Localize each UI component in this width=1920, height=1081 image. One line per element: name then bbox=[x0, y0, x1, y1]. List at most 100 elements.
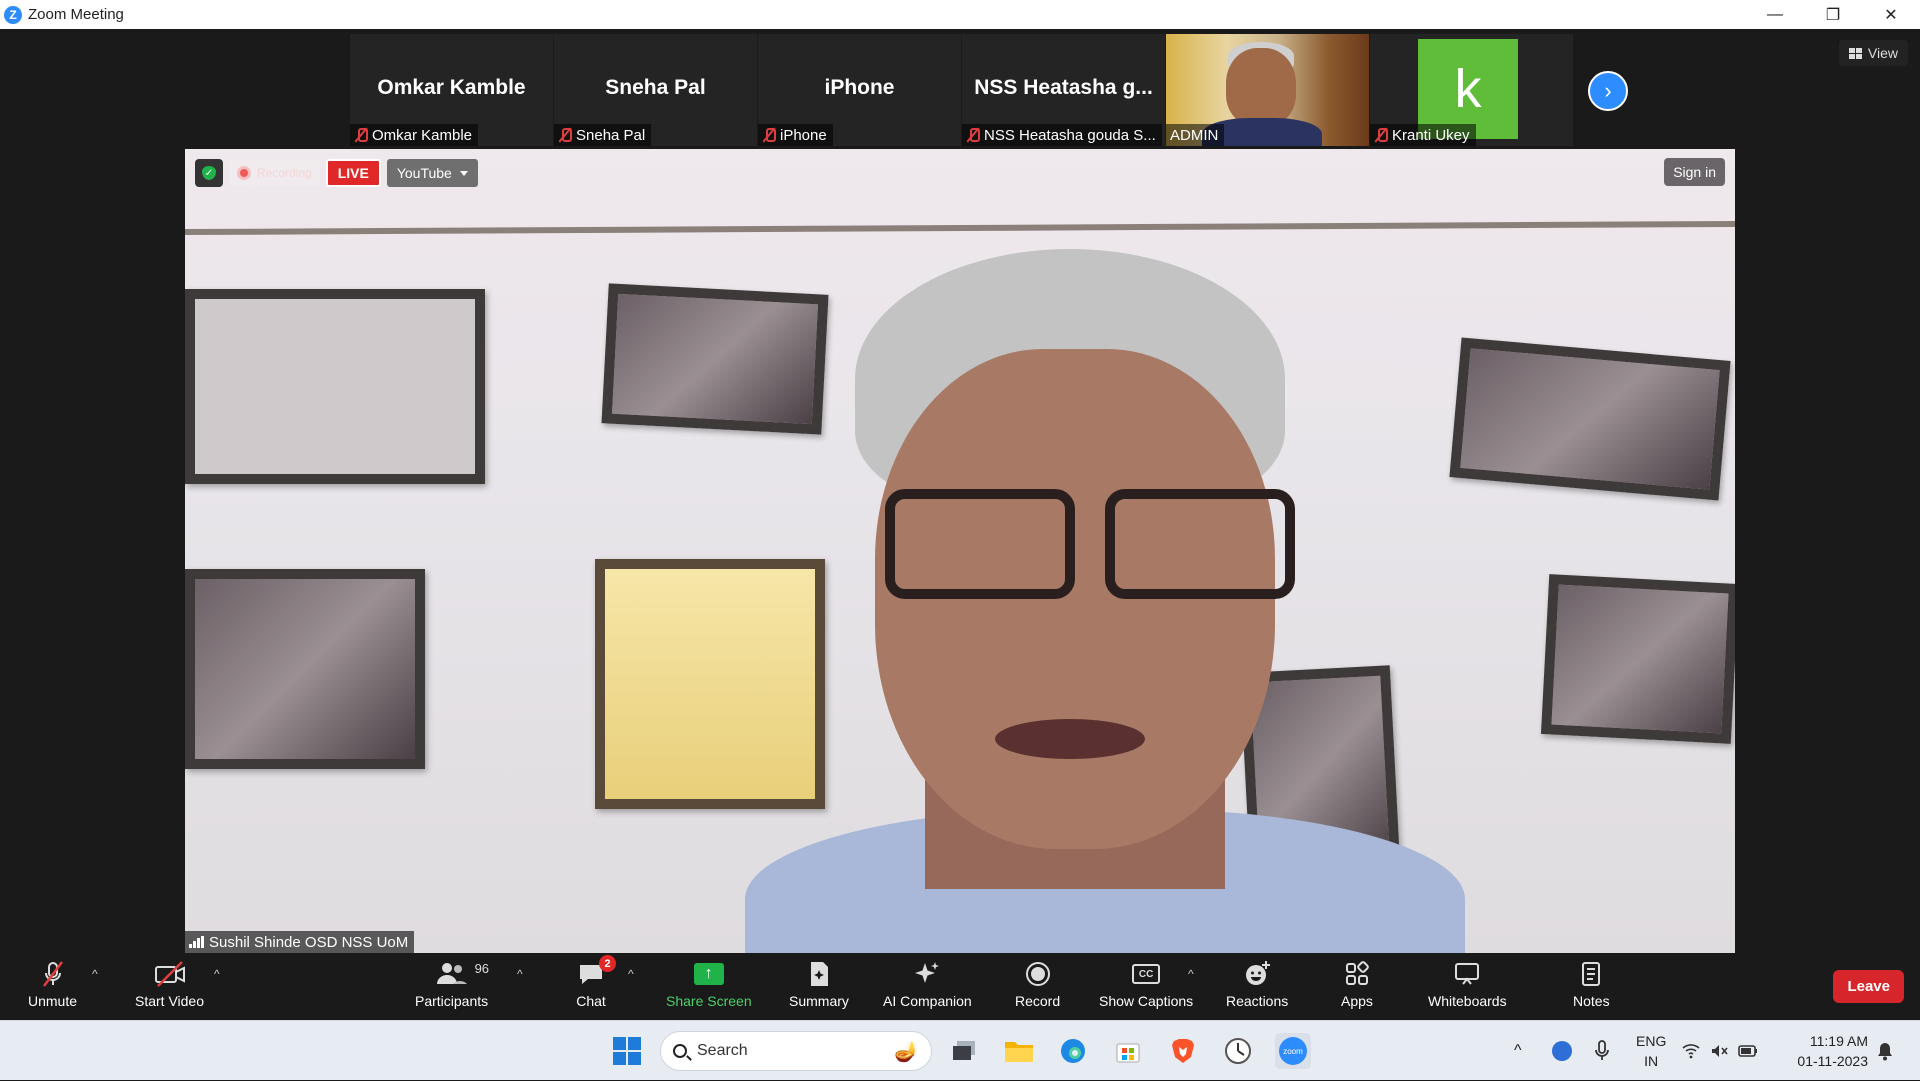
leave-button[interactable]: Leave bbox=[1833, 970, 1904, 1003]
show-captions-button[interactable]: CC Show Captions bbox=[1099, 959, 1193, 1009]
input-language-indicator[interactable]: ENG IN bbox=[1636, 1031, 1666, 1071]
taskbar-search[interactable]: Search 🪔 bbox=[660, 1031, 932, 1071]
participant-name-tag: Sneha Pal bbox=[554, 124, 652, 146]
clock-time: 11:19 AM bbox=[1809, 1033, 1868, 1049]
mic-muted-icon bbox=[558, 127, 572, 143]
start-button[interactable] bbox=[609, 1033, 645, 1069]
video-wall-certificate bbox=[595, 559, 825, 809]
video-wall-frame bbox=[185, 569, 425, 769]
participant-name-tag: iPhone bbox=[758, 124, 833, 146]
tray-app-icon[interactable] bbox=[1544, 1033, 1580, 1069]
close-window-button[interactable]: ✕ bbox=[1862, 0, 1920, 29]
clock-app-icon[interactable] bbox=[1220, 1033, 1256, 1069]
recording-indicator[interactable]: Recording bbox=[229, 159, 320, 187]
view-button[interactable]: View bbox=[1838, 40, 1908, 66]
zoom-taskbar-icon[interactable]: zoom bbox=[1275, 1033, 1311, 1069]
video-wall-frame bbox=[1540, 574, 1735, 744]
live-badge[interactable]: LIVE bbox=[325, 159, 381, 187]
unmute-label: Unmute bbox=[28, 993, 78, 1009]
mic-muted-icon bbox=[762, 127, 776, 143]
share-screen-icon: ↑ bbox=[693, 959, 724, 989]
file-explorer-icon[interactable] bbox=[1001, 1033, 1037, 1069]
recording-label: Recording bbox=[257, 166, 312, 180]
grid-view-icon bbox=[1848, 47, 1862, 59]
recording-dot-icon bbox=[237, 166, 251, 180]
summary-button[interactable]: Summary bbox=[789, 959, 849, 1009]
whiteboards-label: Whiteboards bbox=[1428, 993, 1507, 1009]
unmute-button[interactable]: Unmute bbox=[28, 959, 77, 1009]
reactions-button[interactable]: Reactions bbox=[1226, 959, 1288, 1009]
participant-thumbnail[interactable]: Sneha Pal Sneha Pal bbox=[554, 34, 757, 146]
meeting-area: View Omkar Kamble Omkar Kamble Sneha Pal… bbox=[0, 29, 1920, 953]
security-shield-icon[interactable]: ✓ bbox=[195, 159, 223, 187]
show-hidden-icons-caret[interactable]: ^ bbox=[1514, 1021, 1522, 1081]
whiteboards-button[interactable]: Whiteboards bbox=[1428, 959, 1507, 1009]
participant-thumbnail[interactable]: NSS Heatasha g... NSS Heatasha gouda S..… bbox=[962, 34, 1165, 146]
participants-count: 96 bbox=[474, 961, 490, 976]
notification-bell-icon[interactable] bbox=[1870, 1033, 1900, 1069]
search-highlight-icon: 🪔 bbox=[894, 1040, 919, 1063]
participant-video-thumbnail[interactable]: ADMIN bbox=[1166, 34, 1369, 146]
audio-options-caret-icon[interactable]: ^ bbox=[92, 967, 98, 981]
participant-name: iPhone bbox=[780, 126, 827, 144]
apps-button[interactable]: Apps bbox=[1341, 959, 1373, 1009]
participant-name: NSS Heatasha gouda S... bbox=[984, 126, 1156, 144]
mic-muted-icon bbox=[1374, 127, 1388, 143]
chat-unread-badge: 2 bbox=[599, 955, 616, 972]
window-title: Zoom Meeting bbox=[28, 6, 124, 23]
ai-companion-label: AI Companion bbox=[883, 993, 972, 1009]
ai-sparkle-icon bbox=[912, 959, 942, 989]
windows-logo-icon bbox=[613, 1037, 641, 1065]
next-page-arrow-icon[interactable]: › bbox=[1588, 71, 1628, 111]
chat-options-caret-icon[interactable]: ^ bbox=[628, 967, 634, 981]
mic-muted-icon bbox=[966, 127, 980, 143]
windows-taskbar: Search 🪔 zoom ^ ENG IN 11:19 AM 01-11-20… bbox=[0, 1020, 1920, 1080]
notes-button[interactable]: Notes bbox=[1573, 959, 1610, 1009]
participant-display-name: NSS Heatasha g... bbox=[974, 76, 1153, 99]
system-tray-group[interactable] bbox=[1680, 1033, 1760, 1069]
participant-name: Sneha Pal bbox=[576, 126, 646, 144]
video-options-caret-icon[interactable]: ^ bbox=[214, 967, 220, 981]
chat-button[interactable]: 2 Chat bbox=[576, 955, 616, 1009]
stream-target-dropdown[interactable]: YouTube bbox=[386, 159, 478, 187]
closed-captions-icon: CC bbox=[1132, 959, 1161, 989]
taskbar-clock[interactable]: 11:19 AM 01-11-2023 bbox=[1797, 1031, 1868, 1071]
stream-target-label: YouTube bbox=[396, 165, 452, 181]
search-placeholder: Search bbox=[697, 1042, 748, 1059]
restore-button[interactable]: ❐ bbox=[1804, 0, 1862, 29]
participant-thumbnail[interactable]: k Kranti Ukey bbox=[1370, 34, 1573, 146]
whiteboard-icon bbox=[1452, 959, 1482, 989]
task-view-icon[interactable] bbox=[946, 1033, 982, 1069]
meeting-status-bar: ✓ Recording LIVE YouTube bbox=[195, 159, 478, 187]
microsoft-store-icon[interactable] bbox=[1110, 1033, 1146, 1069]
participants-options-caret-icon[interactable]: ^ bbox=[517, 967, 523, 981]
participant-name-tag: Kranti Ukey bbox=[1370, 124, 1476, 146]
speaker-name: Sushil Shinde OSD NSS UoM bbox=[209, 933, 409, 951]
microphone-muted-icon bbox=[38, 959, 68, 989]
captions-options-caret-icon[interactable]: ^ bbox=[1188, 967, 1194, 981]
dropdown-caret-icon bbox=[459, 170, 468, 176]
brave-browser-icon[interactable] bbox=[1165, 1033, 1201, 1069]
participant-thumbnail[interactable]: Omkar Kamble Omkar Kamble bbox=[350, 34, 553, 146]
ai-companion-button[interactable]: AI Companion bbox=[883, 959, 972, 1009]
minimize-button[interactable]: — bbox=[1746, 0, 1804, 29]
record-button[interactable]: Record bbox=[1015, 959, 1060, 1009]
record-label: Record bbox=[1015, 993, 1061, 1009]
microphone-tray-icon[interactable] bbox=[1584, 1033, 1620, 1069]
chat-icon: 2 bbox=[576, 955, 616, 989]
sign-in-button[interactable]: Sign in bbox=[1664, 158, 1725, 186]
reactions-smiley-icon bbox=[1242, 959, 1272, 989]
participants-label: Participants bbox=[415, 993, 489, 1009]
participant-thumbnail[interactable]: iPhone iPhone bbox=[758, 34, 961, 146]
battery-icon bbox=[1738, 1045, 1757, 1057]
video-wall-frame bbox=[601, 283, 829, 435]
active-speaker-video: ✓ Recording LIVE YouTube Sign in Sushil … bbox=[185, 149, 1735, 953]
start-video-button[interactable]: Start Video bbox=[135, 959, 204, 1009]
share-screen-button[interactable]: ↑ Share Screen bbox=[666, 959, 752, 1009]
apps-icon bbox=[1342, 959, 1372, 989]
search-icon bbox=[673, 1044, 687, 1058]
title-bar: Z Zoom Meeting — ❐ ✕ bbox=[0, 0, 1920, 29]
summary-label: Summary bbox=[789, 993, 849, 1009]
edge-browser-icon[interactable] bbox=[1055, 1033, 1091, 1069]
participants-button[interactable]: 96 Participants bbox=[415, 959, 490, 1009]
